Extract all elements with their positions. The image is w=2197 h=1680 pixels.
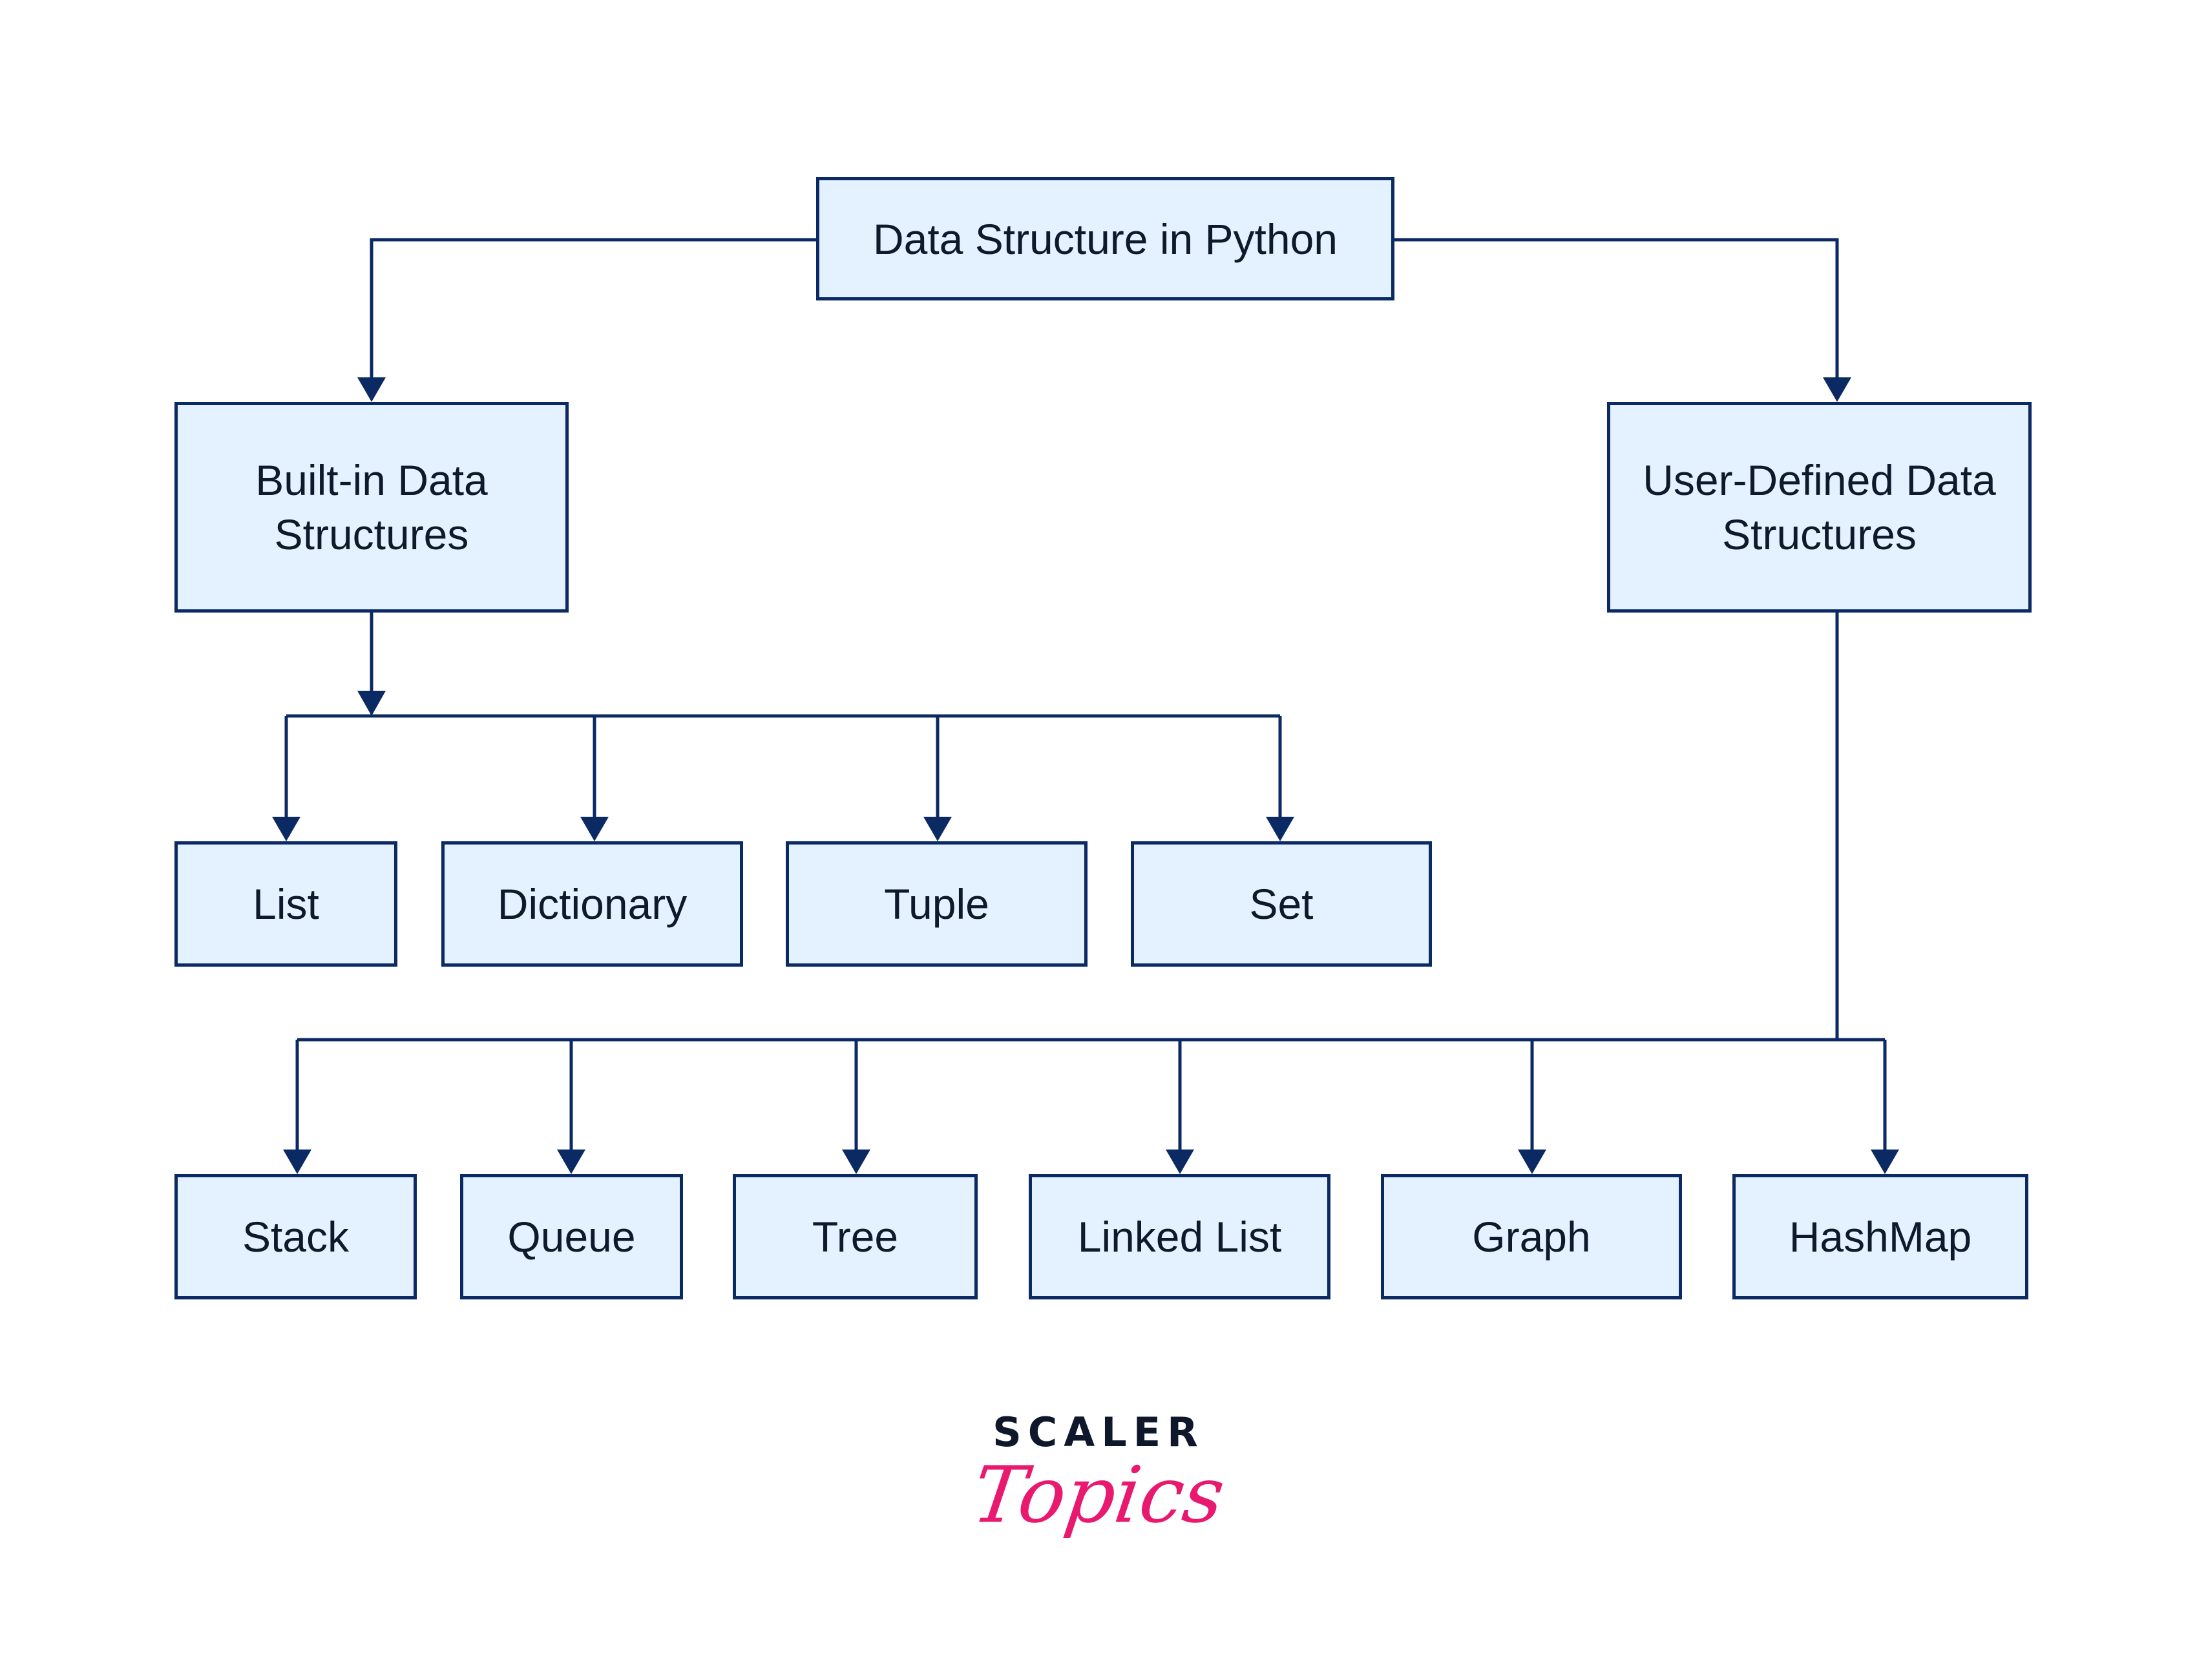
node-tuple: Tuple	[786, 841, 1088, 967]
node-userdefined-label-line1: User-Defined Data	[1643, 456, 1996, 504]
node-queue: Queue	[460, 1174, 683, 1299]
arrowhead-icon	[580, 817, 609, 841]
arrowhead-icon	[923, 817, 952, 841]
node-linked-list-label: Linked List	[1077, 1213, 1282, 1261]
logo-product-text: Topics	[967, 1451, 1230, 1540]
node-set-label: Set	[1249, 880, 1314, 928]
arrowhead-icon	[842, 1150, 870, 1174]
node-set: Set	[1131, 841, 1432, 967]
arrowhead-icon	[1871, 1150, 1899, 1174]
node-tuple-label: Tuple	[884, 880, 989, 928]
node-queue-label: Queue	[507, 1213, 636, 1261]
node-builtin-label-line2: Structures	[274, 510, 469, 558]
arrowhead-icon	[1266, 817, 1294, 841]
node-userdefined: User-Defined Data Structures	[1607, 402, 2032, 613]
node-builtin-label-line1: Built-in Data	[255, 456, 488, 504]
node-root: Data Structure in Python	[816, 177, 1394, 300]
node-graph-label: Graph	[1472, 1213, 1591, 1261]
arrowhead-icon	[557, 1150, 585, 1174]
arrowhead-icon	[283, 1150, 311, 1174]
scaler-topics-logo: SCALER Topics	[967, 1389, 1230, 1570]
arrowhead-icon	[1823, 377, 1851, 402]
node-stack-label: Stack	[242, 1213, 350, 1261]
node-graph: Graph	[1381, 1174, 1682, 1299]
node-stack: Stack	[174, 1174, 417, 1299]
node-linked-list: Linked List	[1029, 1174, 1330, 1299]
logo-brand-text: SCALER	[993, 1409, 1204, 1456]
node-hashmap: HashMap	[1732, 1174, 2028, 1299]
arrowhead-icon	[272, 817, 300, 841]
arrowhead-icon	[1518, 1150, 1546, 1174]
edge-root-userdefined	[1394, 238, 1839, 381]
node-tree-label: Tree	[812, 1213, 899, 1261]
node-userdefined-label-line2: Structures	[1722, 510, 1917, 558]
node-root-label: Data Structure in Python	[872, 215, 1338, 263]
arrowhead-icon	[357, 377, 386, 402]
node-builtin: Built-in Data Structures	[174, 402, 569, 613]
arrowhead-icon	[357, 691, 386, 716]
node-dictionary: Dictionary	[441, 841, 743, 967]
node-list: List	[174, 841, 397, 967]
node-hashmap-label: HashMap	[1789, 1213, 1972, 1261]
edge-root-builtin	[370, 238, 816, 381]
node-dictionary-label: Dictionary	[497, 880, 688, 928]
node-list-label: List	[253, 880, 319, 928]
arrowhead-icon	[1166, 1150, 1194, 1174]
node-tree: Tree	[733, 1174, 978, 1299]
